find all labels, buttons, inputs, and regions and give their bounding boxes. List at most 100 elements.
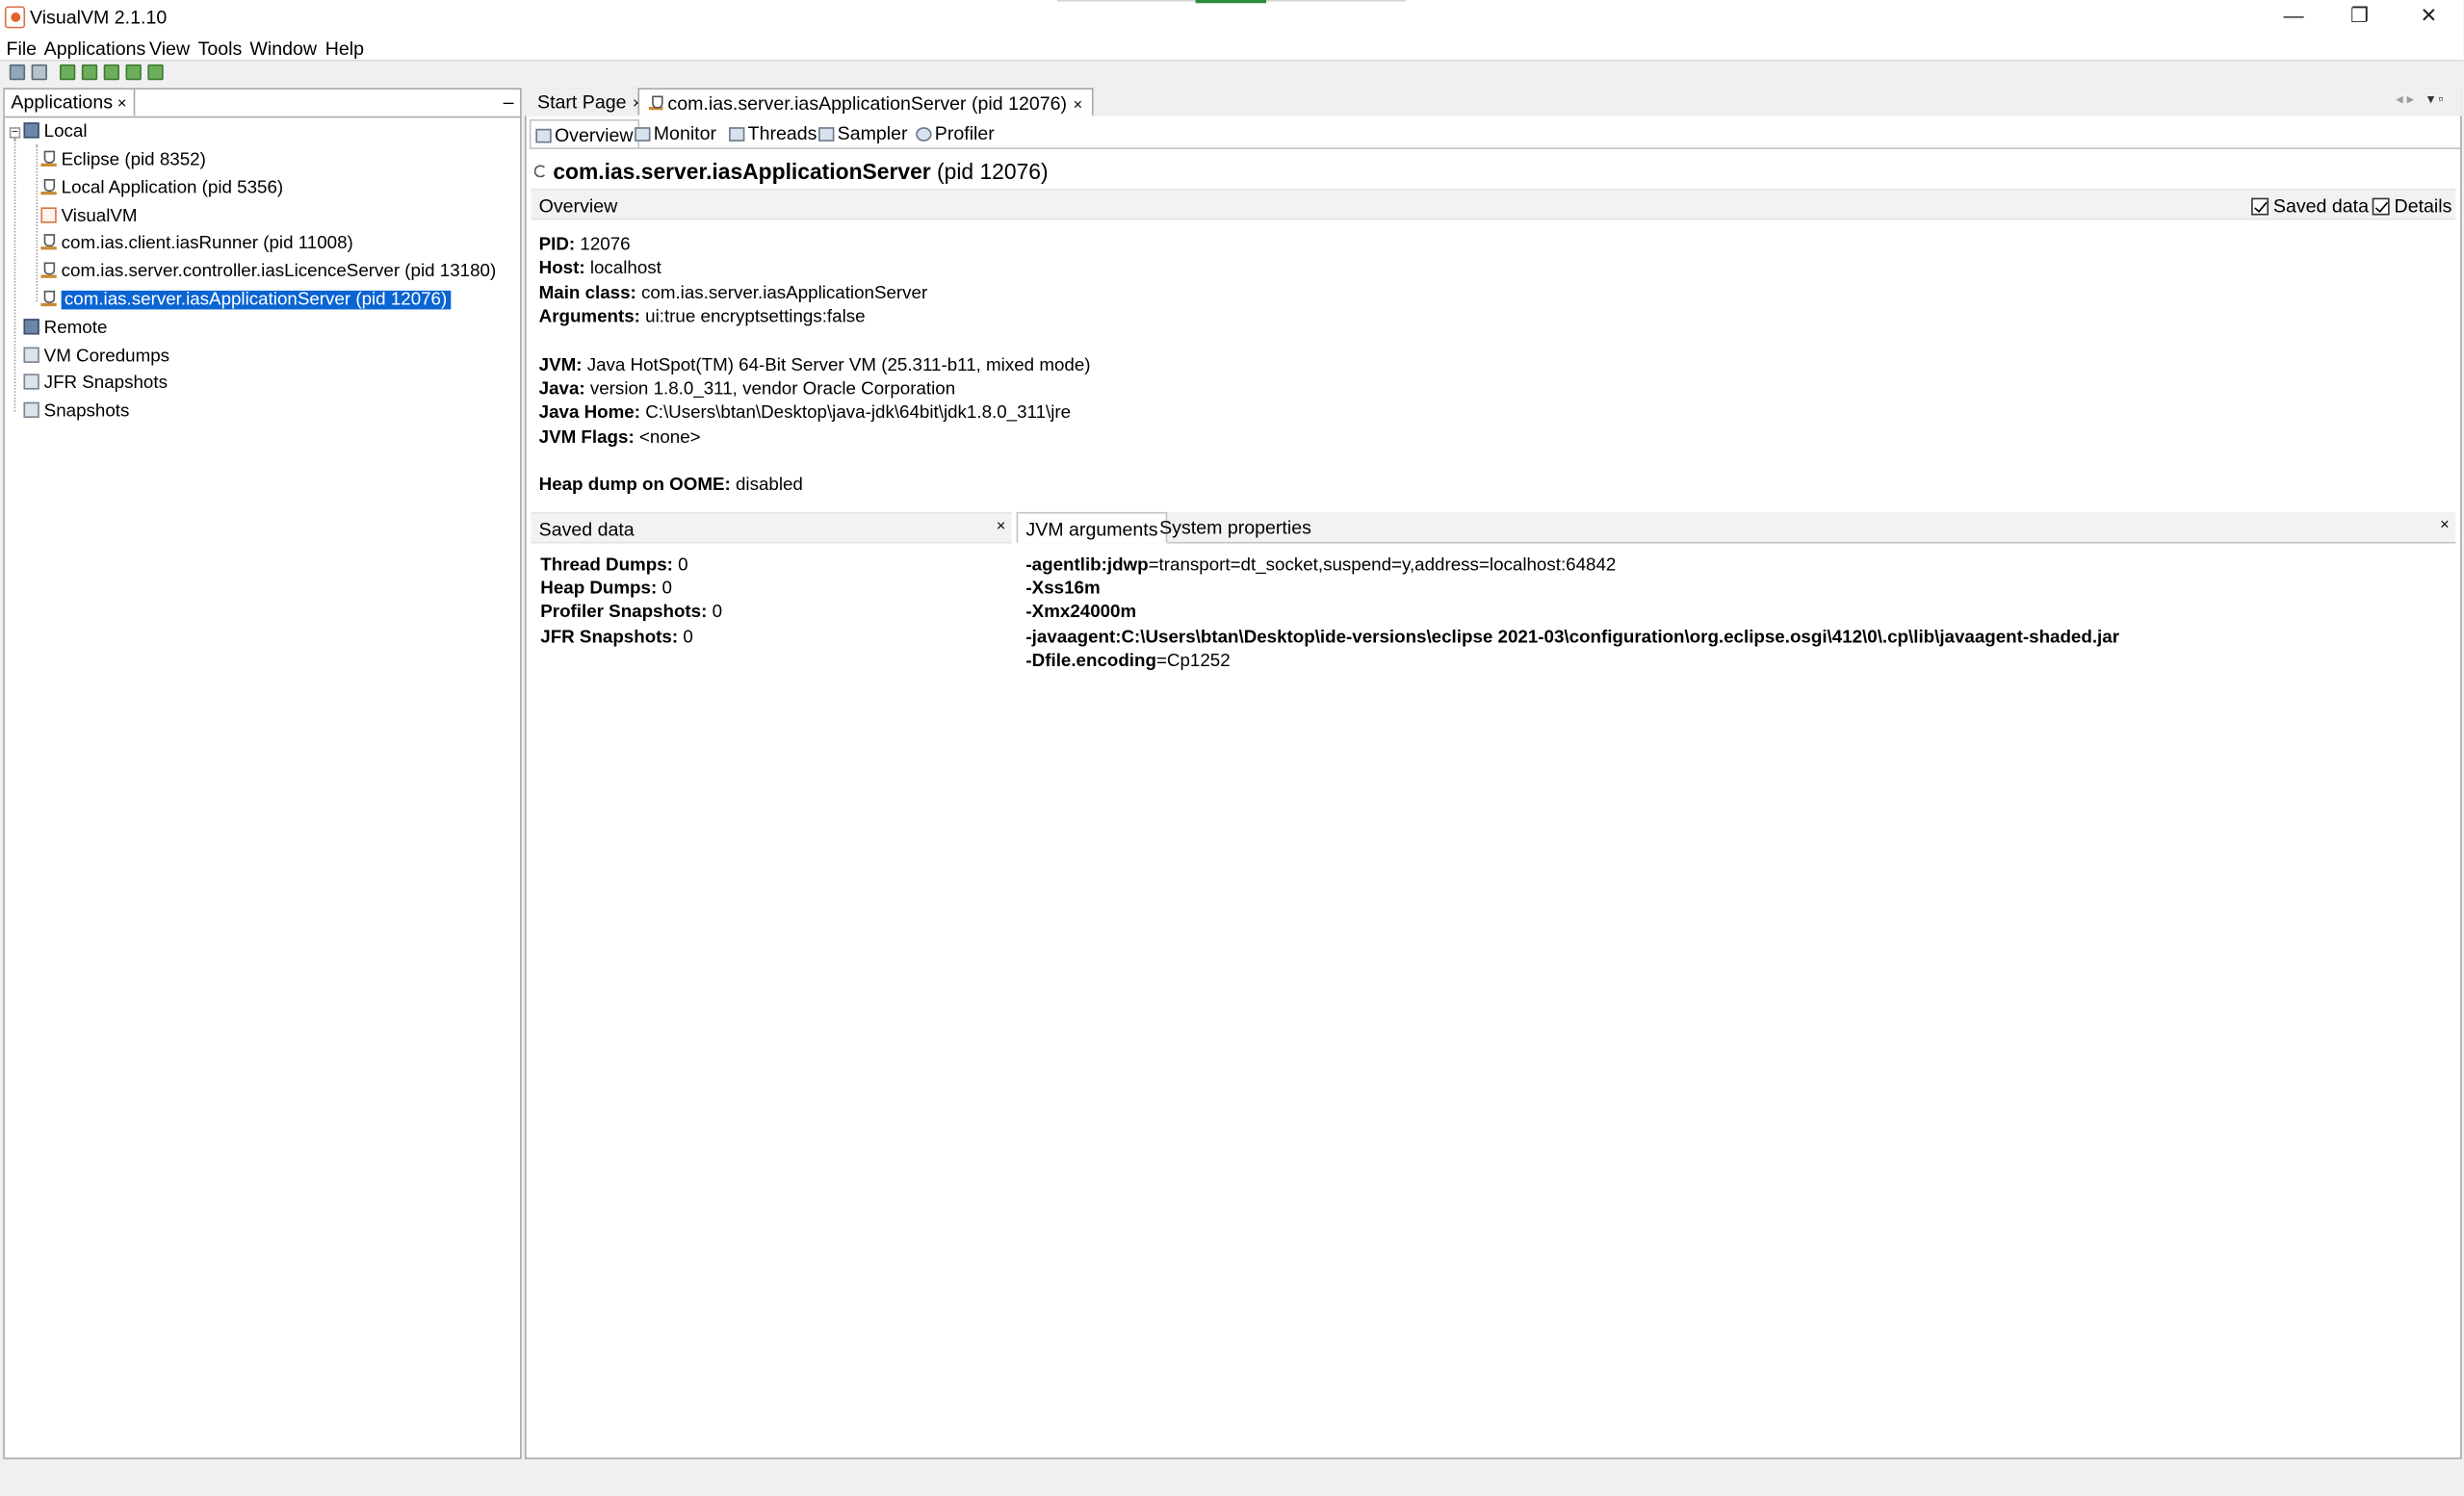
java-app-icon xyxy=(40,179,57,195)
info-java: Java: version 1.8.0_311, vendor Oracle C… xyxy=(538,379,956,400)
tab-label: Start Page xyxy=(537,90,627,114)
minimize-button[interactable]: — xyxy=(2259,0,2328,35)
info-jvm: JVM: Java HotSpot(TM) 64-Bit Server VM (… xyxy=(538,356,1091,375)
checkbox-label: Details xyxy=(2394,194,2452,218)
close-icon[interactable]: × xyxy=(117,96,127,114)
tree-node-eclipse[interactable]: Eclipse (pid 8352) xyxy=(40,147,206,174)
info-java-home: Java Home: C:\Users\btan\Desktop\java-jd… xyxy=(538,403,1072,423)
menu-tools[interactable]: Tools xyxy=(198,38,243,60)
applications-tab-label: Applications xyxy=(11,90,114,114)
status-bar xyxy=(0,1460,2464,1496)
add-remote-host-icon[interactable] xyxy=(60,64,76,81)
tab-label: Profiler xyxy=(934,122,995,145)
tab-overview[interactable]: Overview xyxy=(529,119,640,148)
progress-accent xyxy=(1195,0,1267,4)
tab-label: Threads xyxy=(747,122,817,145)
tab-start-page[interactable]: Start Page× xyxy=(528,88,651,116)
restore-button[interactable]: ❐ xyxy=(2325,0,2395,35)
divider xyxy=(529,147,2461,150)
tree-label: Local xyxy=(43,122,88,142)
threads-icon xyxy=(729,127,745,142)
tab-menu-icon[interactable]: ▾ ▫ xyxy=(2427,91,2444,109)
tab-label: Sampler xyxy=(837,122,908,145)
overview-section-header: Overview Saved data Details xyxy=(531,188,2456,220)
info-arguments: Arguments: ui:true encryptsettings:false xyxy=(538,307,866,327)
tab-sampler[interactable]: Sampler xyxy=(814,119,912,147)
tree-label: com.ias.server.controller.iasLicenceServ… xyxy=(61,262,497,282)
minimize-panel-button[interactable]: – xyxy=(504,91,514,114)
jvm-arg: -javaagent:C:\Users\btan\Desktop\ide-ver… xyxy=(1025,628,2120,648)
tab-threads[interactable]: Threads xyxy=(724,119,821,147)
stat-profiler-snapshots: Profiler Snapshots: 0 xyxy=(540,603,723,623)
tree-label: Eclipse (pid 8352) xyxy=(61,150,206,170)
tab-system-properties[interactable]: System properties xyxy=(1152,512,1319,544)
tree-node-iasrunner[interactable]: com.ias.client.iasRunner (pid 11008) xyxy=(40,231,353,258)
tab-label: com.ias.server.iasApplicationServer (pid… xyxy=(667,92,1068,116)
info-host: Host: localhost xyxy=(538,259,661,278)
loading-icon xyxy=(533,165,547,178)
close-icon[interactable]: × xyxy=(997,518,1006,535)
jvm-arg: -Dfile.encoding=Cp1252 xyxy=(1025,652,1231,671)
tree-guide xyxy=(13,138,16,412)
load-snapshot-icon[interactable] xyxy=(103,64,120,81)
info-pid: PID: 12076 xyxy=(538,235,631,255)
arguments-panel-header: JVM arguments System properties × xyxy=(1016,511,2456,544)
sampler-icon xyxy=(818,127,835,142)
tab-jvm-arguments[interactable]: JVM arguments xyxy=(1016,511,1168,544)
tree-node-local[interactable]: Local xyxy=(23,119,88,146)
add-jmx-connection-icon[interactable] xyxy=(81,64,98,81)
tree-node-remote[interactable]: Remote xyxy=(23,316,107,343)
saved-data-checkbox[interactable]: Saved data xyxy=(2251,194,2369,217)
menu-bar: File Applications View Tools Window Help xyxy=(0,34,2464,62)
tree-node-jfr-snapshots[interactable]: JFR Snapshots xyxy=(23,371,168,398)
info-heap-dump: Heap dump on OOME: disabled xyxy=(538,476,803,495)
jvm-arg: -agentlib:jdwp=transport=dt_socket,suspe… xyxy=(1025,555,1617,576)
tab-monitor[interactable]: Monitor xyxy=(630,119,721,147)
remote-icon xyxy=(23,319,39,335)
close-icon[interactable]: × xyxy=(1074,97,1083,115)
details-checkbox[interactable]: Details xyxy=(2372,194,2452,218)
tree-node-snapshots[interactable]: Snapshots xyxy=(23,399,129,426)
tree-label: Local Application (pid 5356) xyxy=(61,179,284,198)
tree-node-licence-server[interactable]: com.ias.server.controller.iasLicenceServ… xyxy=(40,259,496,286)
tab-profiler[interactable]: Profiler xyxy=(911,119,999,147)
monitor-icon xyxy=(635,127,651,142)
menu-file[interactable]: File xyxy=(7,38,38,60)
java-app-icon xyxy=(40,290,57,307)
java-app-icon xyxy=(40,150,57,167)
menu-view[interactable]: View xyxy=(149,38,190,60)
coredump-icon xyxy=(23,347,39,363)
java-app-icon xyxy=(648,95,663,111)
applications-tab[interactable]: Applications × xyxy=(4,90,135,116)
tree-node-visualvm[interactable]: VisualVM xyxy=(40,204,138,231)
menu-applications[interactable]: Applications xyxy=(44,38,146,60)
tree-node-application-server[interactable]: com.ias.server.iasApplicationServer (pid… xyxy=(40,288,451,315)
heap-dump-icon[interactable] xyxy=(147,64,164,81)
scroll-left-icon[interactable]: ◂ ▸ xyxy=(2396,91,2414,109)
save-icon[interactable] xyxy=(31,64,47,81)
tree-guide xyxy=(36,144,39,302)
open-snapshot-icon[interactable] xyxy=(9,64,26,81)
collapse-icon[interactable]: − xyxy=(9,127,21,139)
divider xyxy=(4,116,521,118)
tab-application-server[interactable]: com.ias.server.iasApplicationServer (pid… xyxy=(637,88,1094,116)
tree-node-vm-coredumps[interactable]: VM Coredumps xyxy=(23,344,169,371)
stat-heap-dumps: Heap Dumps: 0 xyxy=(540,580,672,599)
checkbox-icon xyxy=(2372,197,2390,216)
close-icon[interactable]: × xyxy=(2440,517,2450,534)
stat-thread-dumps: Thread Dumps: 0 xyxy=(540,555,688,576)
visualvm-icon xyxy=(40,207,57,223)
checkbox-label: Saved data xyxy=(2272,194,2369,218)
page-title: com.ias.server.iasApplicationServer (pid… xyxy=(533,159,1049,184)
document-tabs: Start Page× com.ias.server.iasApplicatio… xyxy=(524,88,2462,116)
tab-label: Monitor xyxy=(653,122,717,145)
tree-label: JFR Snapshots xyxy=(43,374,168,393)
applications-panel: Applications × – − Local Eclipse (pid 835… xyxy=(3,88,522,1459)
menu-help[interactable]: Help xyxy=(325,38,364,60)
jfr-icon xyxy=(23,374,39,390)
tree-node-local-application[interactable]: Local Application (pid 5356) xyxy=(40,176,283,203)
thread-dump-icon[interactable] xyxy=(125,64,142,81)
close-window-button[interactable]: ✕ xyxy=(2395,0,2464,35)
menu-window[interactable]: Window xyxy=(249,38,317,60)
local-host-icon xyxy=(23,122,39,139)
